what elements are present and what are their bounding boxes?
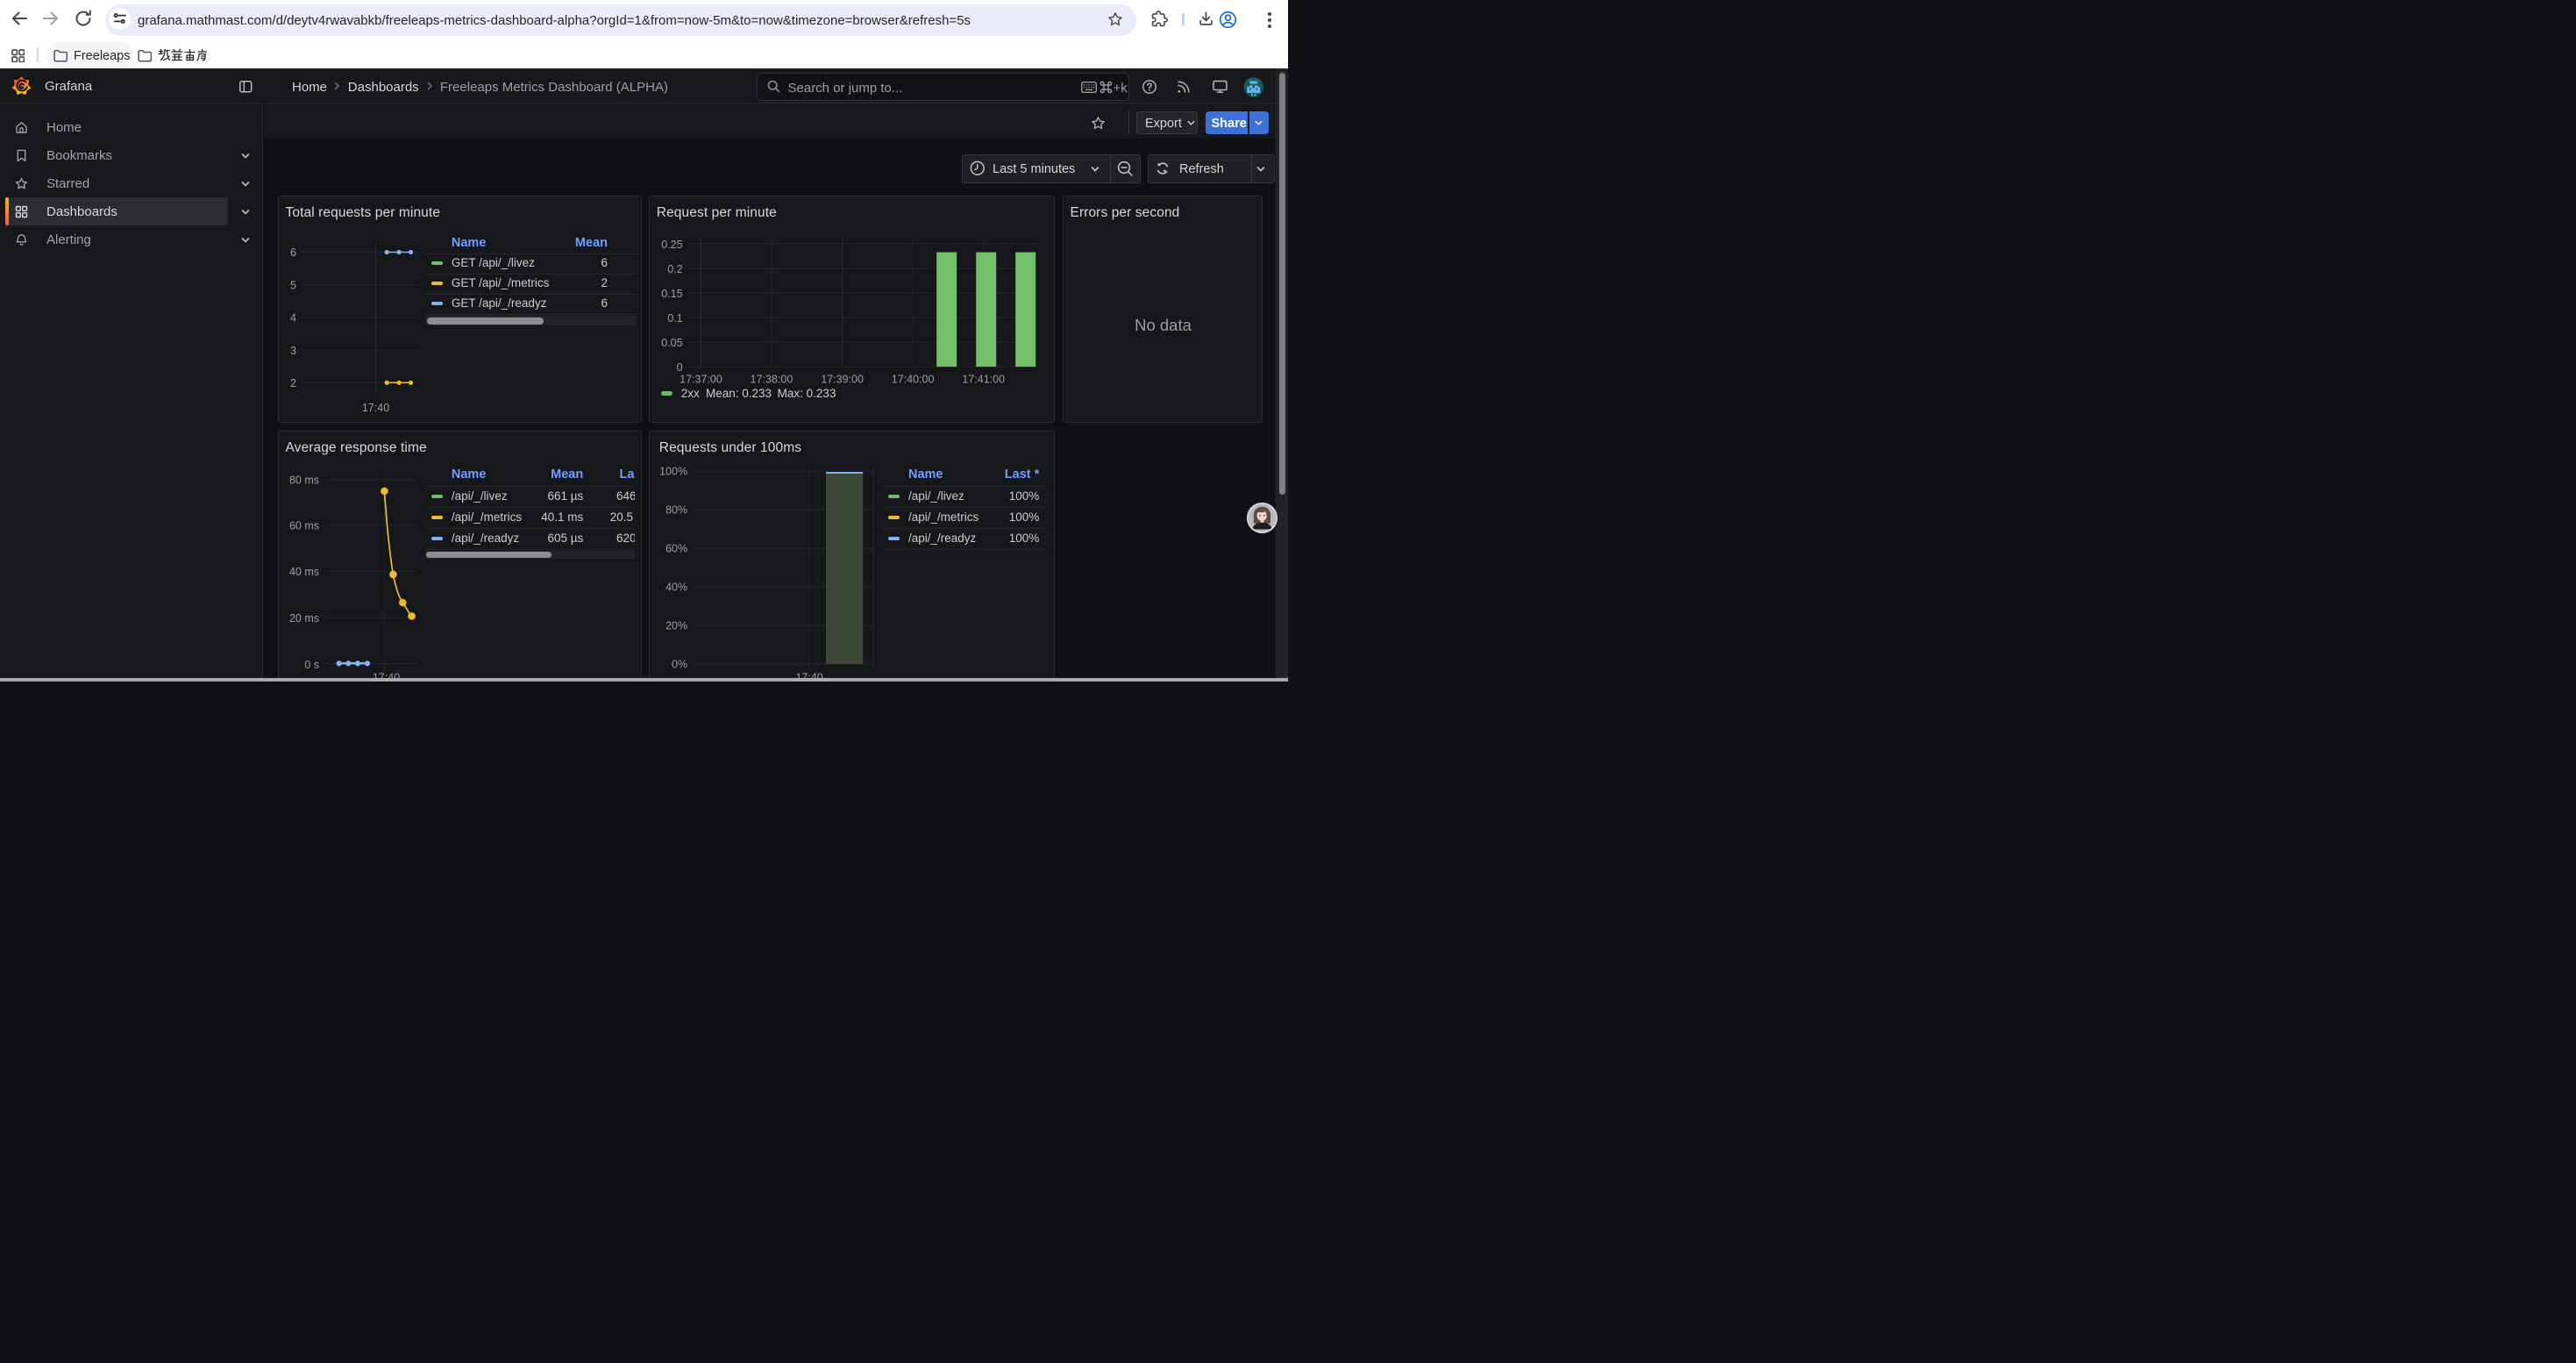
- svg-text:80%: 80%: [665, 504, 687, 517]
- svg-text:17:39:00: 17:39:00: [822, 373, 865, 385]
- svg-text:0.2: 0.2: [668, 263, 683, 275]
- svg-text:6: 6: [290, 246, 296, 259]
- svg-text:0 s: 0 s: [304, 659, 319, 671]
- svg-text:2: 2: [290, 377, 296, 389]
- svg-text:4: 4: [290, 312, 296, 325]
- svg-text:17:40: 17:40: [373, 671, 400, 678]
- svg-text:60 ms: 60 ms: [289, 519, 319, 532]
- svg-text:20 ms: 20 ms: [289, 612, 319, 624]
- svg-text:0.1: 0.1: [668, 312, 683, 325]
- svg-text:17:40:00: 17:40:00: [892, 373, 935, 385]
- svg-text:17:40: 17:40: [796, 671, 823, 678]
- svg-text:80 ms: 80 ms: [289, 475, 319, 487]
- svg-text:17:40: 17:40: [362, 402, 389, 414]
- svg-text:0.15: 0.15: [662, 288, 683, 300]
- svg-text:0.05: 0.05: [662, 337, 683, 349]
- svg-text:17:41:00: 17:41:00: [963, 373, 1006, 385]
- svg-text:0%: 0%: [672, 659, 687, 671]
- svg-text:40%: 40%: [665, 582, 687, 594]
- svg-text:17:38:00: 17:38:00: [751, 373, 793, 385]
- svg-text:0: 0: [677, 361, 683, 374]
- svg-text:20%: 20%: [665, 620, 687, 632]
- svg-text:3: 3: [290, 345, 296, 357]
- svg-text:5: 5: [290, 279, 296, 291]
- svg-text:40 ms: 40 ms: [289, 566, 319, 578]
- svg-text:0.25: 0.25: [662, 239, 683, 251]
- svg-text:17:37:00: 17:37:00: [680, 373, 722, 385]
- svg-text:100%: 100%: [659, 466, 687, 478]
- svg-text:60%: 60%: [665, 543, 687, 555]
